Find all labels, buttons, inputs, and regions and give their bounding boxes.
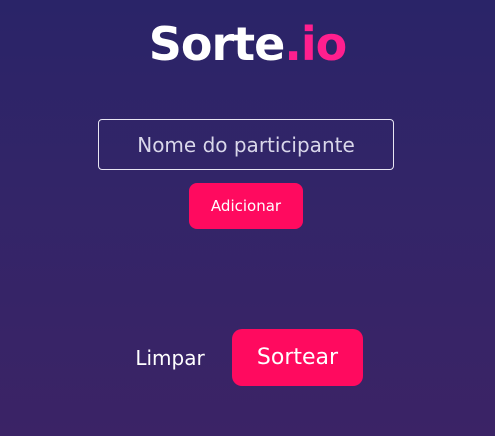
draw-button[interactable]: Sortear — [232, 329, 363, 386]
app-logo: Sorte.io — [0, 16, 495, 72]
clear-button[interactable]: Limpar — [122, 338, 218, 378]
participant-name-input[interactable] — [98, 119, 394, 170]
logo-brand-text: Sorte — [148, 17, 286, 71]
add-participant-button[interactable]: Adicionar — [189, 183, 303, 229]
logo-tld-text: .io — [284, 17, 347, 71]
